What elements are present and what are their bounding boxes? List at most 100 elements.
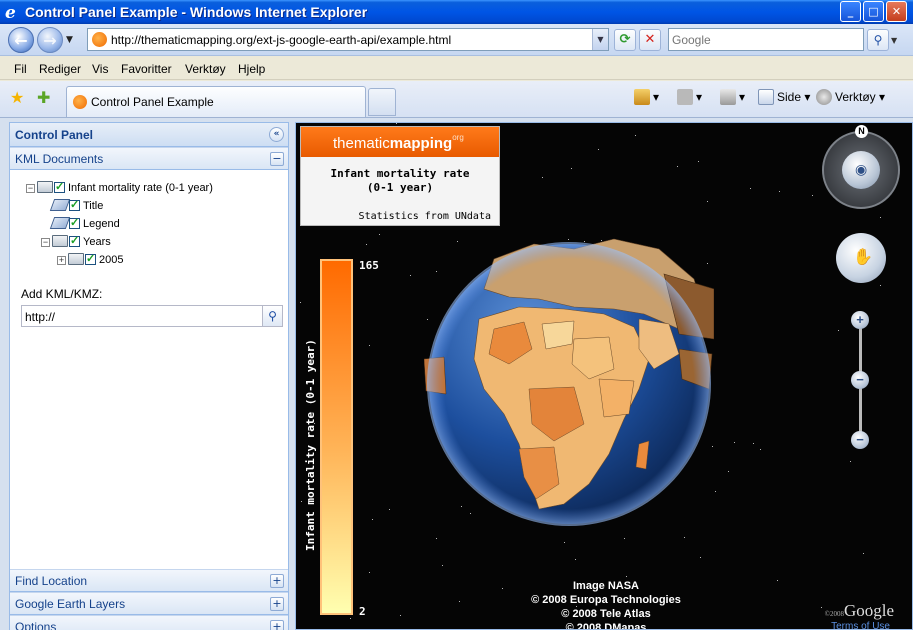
arrow-left-icon: ←: [14, 31, 28, 50]
forward-button[interactable]: →: [37, 27, 63, 53]
panel-title: Control Panel: [15, 128, 94, 142]
tab-control-panel[interactable]: Control Panel Example: [66, 86, 366, 117]
tree-checkbox[interactable]: [69, 216, 80, 229]
zoom-in-button[interactable]: +: [851, 311, 869, 329]
star: [389, 509, 390, 510]
tab-bar: ★ ✚ Control Panel Example ▾ ▾ ▾ Side ▾ V…: [0, 81, 913, 118]
refresh-button[interactable]: ⟳: [614, 29, 636, 51]
map-attribution: Image NASA © 2008 Europa Technologies © …: [531, 580, 681, 630]
search-box[interactable]: [668, 28, 864, 51]
menu-view[interactable]: Vis: [92, 62, 108, 76]
star: [410, 275, 411, 276]
favorites-star-icon[interactable]: ★: [10, 88, 24, 107]
google-earth-view[interactable]: thematicmappingorg Infant mortality rate…: [295, 122, 913, 630]
collapse-panel-button[interactable]: «: [269, 127, 284, 142]
folder-open-icon: [37, 181, 53, 193]
tree-node-infant-mortality[interactable]: −Infant mortality rate (0-1 year): [26, 180, 213, 199]
history-dropdown-icon[interactable]: ▼: [66, 35, 73, 45]
map-title-box: thematicmappingorg Infant mortality rate…: [300, 126, 500, 226]
section-find-label: Find Location: [15, 574, 88, 588]
star: [728, 471, 729, 472]
search-icon[interactable]: ⚲: [867, 29, 889, 51]
ie-logo-icon: e: [5, 3, 16, 23]
thematicmapping-logo: thematicmappingorg: [301, 127, 499, 157]
section-options-label: Options: [15, 620, 57, 630]
address-url[interactable]: http://thematicmapping.org/ext-js-google…: [111, 33, 451, 47]
menu-file[interactable]: Fil: [14, 62, 27, 76]
star: [369, 345, 370, 346]
section-layers-label: Google Earth Layers: [15, 597, 126, 611]
menu-tools[interactable]: Verktøy: [185, 62, 226, 76]
add-favorite-icon[interactable]: ✚: [37, 88, 50, 107]
back-button[interactable]: ←: [8, 27, 34, 53]
tree-node-2005[interactable]: +2005: [57, 252, 123, 271]
menu-edit[interactable]: Rediger: [39, 62, 81, 76]
add-kml-input[interactable]: [25, 309, 255, 324]
earth-globe[interactable]: [424, 219, 714, 529]
star: [698, 161, 699, 162]
kml-layer-icon: [49, 217, 71, 229]
address-bar[interactable]: http://thematicmapping.org/ext-js-google…: [87, 28, 609, 51]
star: [779, 191, 780, 192]
tree-node-title[interactable]: Title: [49, 198, 103, 217]
tree-checkbox[interactable]: [54, 180, 65, 193]
site-favicon-icon: [92, 32, 107, 47]
zoom-slider-handle[interactable]: −: [851, 371, 869, 389]
star: [564, 542, 565, 543]
maximize-button[interactable]: □: [863, 1, 884, 22]
tree-collapse-icon[interactable]: −: [41, 238, 50, 247]
new-tab-button[interactable]: [368, 88, 396, 116]
atmosphere: [427, 242, 711, 526]
collapse-section-button[interactable]: −: [270, 152, 284, 166]
section-kml-documents[interactable]: KML Documents −: [10, 147, 288, 170]
tree-checkbox[interactable]: [85, 252, 96, 265]
print-button[interactable]: ▾: [720, 89, 745, 105]
star: [734, 442, 735, 443]
search-input[interactable]: [672, 32, 858, 47]
menu-favorites[interactable]: Favoritter: [121, 62, 172, 76]
kml-layer-icon: [49, 199, 71, 211]
terms-of-use-link[interactable]: Terms of Use: [831, 621, 890, 629]
tree-collapse-icon[interactable]: −: [26, 184, 35, 193]
add-kml-search-icon[interactable]: ⚲: [263, 305, 283, 327]
title-bar: e Control Panel Example - Windows Intern…: [0, 0, 913, 24]
search-dropdown-icon[interactable]: ▼: [891, 36, 897, 45]
stop-button[interactable]: ✕: [639, 29, 661, 51]
section-find-location[interactable]: Find Location +: [10, 569, 288, 592]
star: [838, 330, 839, 331]
tree-checkbox[interactable]: [69, 198, 80, 211]
feeds-button[interactable]: ▾: [677, 89, 702, 105]
tab-favicon-icon: [73, 95, 87, 109]
navigation-compass[interactable]: N ◉: [822, 125, 900, 209]
tools-menu-button[interactable]: Verktøy ▾: [816, 89, 885, 105]
tab-label: Control Panel Example: [91, 95, 214, 109]
star: [436, 538, 437, 539]
legend-min: 2: [359, 605, 366, 618]
tree-checkbox[interactable]: [69, 234, 80, 247]
tree-node-legend[interactable]: Legend: [49, 216, 120, 235]
page-menu-button[interactable]: Side ▾: [758, 89, 810, 105]
star: [880, 217, 881, 218]
home-button[interactable]: ▾: [634, 89, 659, 105]
star: [635, 135, 636, 136]
star: [777, 580, 778, 581]
pan-control[interactable]: ✋: [836, 233, 886, 283]
printer-icon: [720, 89, 736, 105]
menu-help[interactable]: Hjelp: [238, 62, 265, 76]
address-dropdown-icon[interactable]: ▼: [592, 29, 608, 50]
star: [812, 195, 813, 196]
tree-node-years[interactable]: −Years: [41, 234, 111, 253]
expand-section-button[interactable]: +: [270, 574, 284, 588]
section-options[interactable]: Options +: [10, 615, 288, 630]
expand-section-button[interactable]: +: [270, 620, 284, 630]
expand-section-button[interactable]: +: [270, 597, 284, 611]
tree-expand-icon[interactable]: +: [57, 256, 66, 265]
panel-header: Control Panel «: [10, 123, 288, 147]
look-control[interactable]: ◉: [842, 151, 880, 189]
star: [760, 449, 761, 450]
add-kml-field[interactable]: [21, 305, 263, 327]
zoom-out-button[interactable]: −: [851, 431, 869, 449]
close-button[interactable]: ✕: [886, 1, 907, 22]
minimize-button[interactable]: _: [840, 1, 861, 22]
section-google-earth-layers[interactable]: Google Earth Layers +: [10, 592, 288, 615]
